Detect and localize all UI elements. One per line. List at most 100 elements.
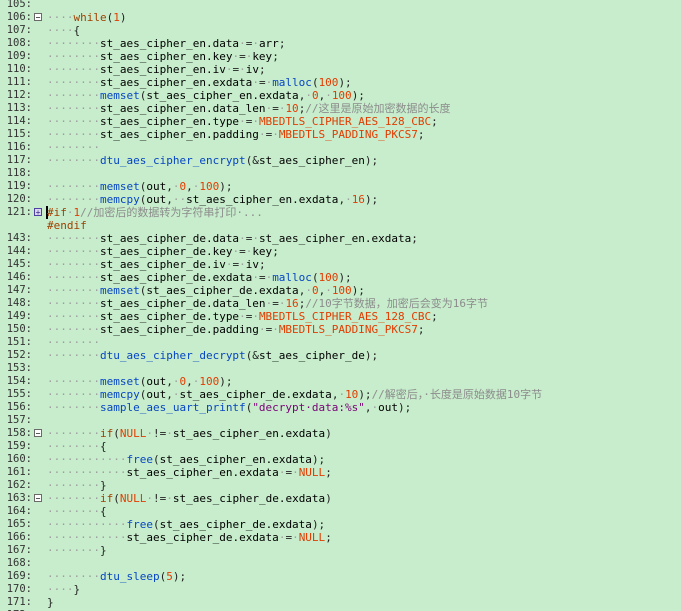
code-text[interactable]: ········st_aes_cipher_en.data·=·arr;	[47, 37, 285, 50]
code-text[interactable]: ········	[47, 141, 100, 154]
code-text[interactable]: ············st_aes_cipher_de.exdata·=·NU…	[47, 531, 332, 544]
code-text[interactable]: ····{	[47, 24, 80, 37]
code-token: );	[219, 180, 233, 193]
code-line[interactable]: 167: ········}	[0, 544, 681, 557]
code-line[interactable]: 119: ········memset(out,·0,·100);	[0, 180, 681, 193]
code-text[interactable]: ········memcpy(out,·st_aes_cipher_de.exd…	[47, 388, 542, 401]
code-line[interactable]: 150: ········st_aes_cipher_de.padding·=·M…	[0, 323, 681, 336]
code-line[interactable]: 112: ········memset(st_aes_cipher_en.exda…	[0, 89, 681, 102]
code-line[interactable]: 160: ············free(st_aes_cipher_en.ex…	[0, 453, 681, 466]
code-line[interactable]: 163: − ········if(NULL·!=·st_aes_cipher_de…	[0, 492, 681, 505]
code-line[interactable]: 151: ········	[0, 336, 681, 349]
code-line[interactable]: 164: ········{	[0, 505, 681, 518]
code-text[interactable]: ········}	[47, 544, 107, 557]
code-line[interactable]: 166: ············st_aes_cipher_de.exdata ·…	[0, 531, 681, 544]
code-text[interactable]: ········sample_aes_uart_printf("decrypt·…	[47, 401, 411, 414]
code-line[interactable]: 148: ········st_aes_cipher_de.data_len·=·…	[0, 297, 681, 310]
collapse-fold-icon[interactable]: −	[34, 13, 42, 22]
code-line[interactable]: 144: ········st_aes_cipher_de.key·=·key;	[0, 245, 681, 258]
code-text[interactable]: #endif	[47, 219, 87, 232]
code-line[interactable]: 155: ········memcpy(out,·st_aes_cipher_de…	[0, 388, 681, 401]
code-text[interactable]: ········{	[47, 440, 107, 453]
code-line[interactable]: 117: ········dtu_aes_cipher_encrypt(&st_a…	[0, 154, 681, 167]
code-line[interactable]: 145: ········st_aes_cipher_de.iv·=·iv;	[0, 258, 681, 271]
code-text[interactable]: ········st_aes_cipher_de.key·=·key;	[47, 245, 279, 258]
code-line[interactable]: 106: − ····while(1)	[0, 11, 681, 24]
code-line[interactable]: 149: ········st_aes_cipher_de.type·=·MBED…	[0, 310, 681, 323]
code-token: =	[272, 102, 279, 115]
code-line[interactable]: 110: ········st_aes_cipher_en.iv·=·iv;	[0, 63, 681, 76]
code-line[interactable]: 120: ········memcpy(out,··st_aes_cipher_e…	[0, 193, 681, 206]
code-text[interactable]: ········memcpy(out,··st_aes_cipher_en.ex…	[47, 193, 378, 206]
code-text[interactable]: ········st_aes_cipher_de.exdata·=·malloc…	[47, 271, 352, 284]
code-line[interactable]: 161: ············st_aes_cipher_en.exdata ·…	[0, 466, 681, 479]
code-line[interactable]: 107: ····{	[0, 24, 681, 37]
code-text[interactable]: ········memset(out,·0,·100);	[47, 180, 232, 193]
code-line[interactable]: 109: ········st_aes_cipher_en.key·=·key;	[0, 50, 681, 63]
code-text[interactable]: ············free(st_aes_cipher_de.exdata…	[47, 518, 325, 531]
code-line[interactable]: 108: ········st_aes_cipher_en.data·=·arr;	[0, 37, 681, 50]
code-text[interactable]: ········st_aes_cipher_en.padding·=·MBEDT…	[47, 128, 425, 141]
code-text[interactable]: ········memset(out,·0,·100);	[47, 375, 232, 388]
code-line[interactable]: 154: ········memset(out,·0,·100);	[0, 375, 681, 388]
code-line[interactable]: 118:	[0, 167, 681, 180]
code-line[interactable]: #endif	[0, 219, 681, 232]
code-text[interactable]: ········if(NULL·!=·st_aes_cipher_en.exda…	[47, 427, 332, 440]
code-text[interactable]: ········dtu_sleep(5);	[47, 570, 186, 583]
code-line[interactable]: 169: ········dtu_sleep(5);	[0, 570, 681, 583]
code-line[interactable]: 113: ········st_aes_cipher_en.data_len·=·…	[0, 102, 681, 115]
code-text[interactable]: ········st_aes_cipher_de.data_len·=·16;/…	[47, 297, 488, 310]
code-text[interactable]: ········if(NULL·!=·st_aes_cipher_de.exda…	[47, 492, 332, 505]
code-text[interactable]: ········dtu_aes_cipher_encrypt(&st_aes_c…	[47, 154, 378, 167]
code-editor[interactable]: 105: 106: − ····while(1) 107: ····{108: ······…	[0, 0, 681, 611]
code-text[interactable]: ········st_aes_cipher_en.data_len·=·10;/…	[47, 102, 451, 115]
code-line[interactable]: 153:	[0, 362, 681, 375]
code-text[interactable]: ············free(st_aes_cipher_en.exdata…	[47, 453, 325, 466]
code-text[interactable]: ········st_aes_cipher_de.padding·=·MBEDT…	[47, 323, 425, 336]
line-number: 158:	[6, 427, 32, 439]
code-text[interactable]: ········st_aes_cipher_de.data·=·st_aes_c…	[47, 232, 418, 245]
code-text[interactable]: ········{	[47, 505, 107, 518]
code-line[interactable]: 165: ············free(st_aes_cipher_de.ex…	[0, 518, 681, 531]
code-token: malloc	[272, 76, 312, 89]
code-line[interactable]: 168:	[0, 557, 681, 570]
code-text[interactable]: ········st_aes_cipher_de.type·=·MBEDTLS_…	[47, 310, 438, 323]
code-line[interactable]: 115: ········st_aes_cipher_en.padding·=·M…	[0, 128, 681, 141]
code-text[interactable]: ········}	[47, 479, 107, 492]
code-token: ·	[292, 466, 299, 479]
code-line[interactable]: 114: ········st_aes_cipher_en.type·=·MBED…	[0, 115, 681, 128]
code-line[interactable]: 157:	[0, 414, 681, 427]
code-line[interactable]: 143: ········st_aes_cipher_de.data·=·st_a…	[0, 232, 681, 245]
code-text[interactable]: #if·1//加密后的数据转为字符串打印·...	[47, 206, 263, 219]
code-line[interactable]: 146: ········st_aes_cipher_de.exdata·=·ma…	[0, 271, 681, 284]
code-text[interactable]: ········st_aes_cipher_en.iv·=·iv;	[47, 63, 266, 76]
code-line[interactable]: 152: ········dtu_aes_cipher_decrypt(&st_a…	[0, 349, 681, 362]
code-text[interactable]: ········memset(st_aes_cipher_en.exdata,·…	[47, 89, 365, 102]
code-token: }	[99, 479, 107, 492]
code-line[interactable]: 171:}	[0, 596, 681, 609]
code-text[interactable]: ············st_aes_cipher_en.exdata·=·NU…	[47, 466, 332, 479]
code-line[interactable]: 170: ····}	[0, 583, 681, 596]
code-line[interactable]: 147: ········memset(st_aes_cipher_de.exda…	[0, 284, 681, 297]
code-line[interactable]: 159: ········{	[0, 440, 681, 453]
code-line[interactable]: 116: ········	[0, 141, 681, 154]
code-text[interactable]: ········memset(st_aes_cipher_de.exdata,·…	[47, 284, 365, 297]
expand-fold-icon[interactable]: +	[34, 208, 42, 217]
code-text[interactable]: }	[47, 596, 54, 609]
code-text[interactable]: ········dtu_aes_cipher_decrypt(&st_aes_c…	[47, 349, 378, 362]
code-text[interactable]: ····while(1)	[47, 11, 127, 24]
collapse-fold-icon[interactable]: −	[34, 429, 42, 438]
code-text[interactable]: ········	[47, 336, 100, 349]
code-line[interactable]: 105:	[0, 0, 681, 11]
code-line[interactable]: 121: + #if·1//加密后的数据转为字符串打印·...	[0, 206, 681, 219]
code-line[interactable]: 111: ········st_aes_cipher_en.exdata·=·ma…	[0, 76, 681, 89]
collapse-fold-icon[interactable]: −	[34, 494, 42, 503]
code-text[interactable]: ········st_aes_cipher_en.type·=·MBEDTLS_…	[47, 115, 438, 128]
code-text[interactable]: ········st_aes_cipher_de.iv·=·iv;	[47, 258, 266, 271]
code-text[interactable]: ········st_aes_cipher_en.key·=·key;	[47, 50, 279, 63]
code-line[interactable]: 158: − ········if(NULL·!=·st_aes_cipher_en…	[0, 427, 681, 440]
code-line[interactable]: 162: ········}	[0, 479, 681, 492]
code-text[interactable]: ····}	[47, 583, 80, 596]
code-text[interactable]: ········st_aes_cipher_en.exdata·=·malloc…	[47, 76, 352, 89]
code-line[interactable]: 156: ········sample_aes_uart_printf("decr…	[0, 401, 681, 414]
